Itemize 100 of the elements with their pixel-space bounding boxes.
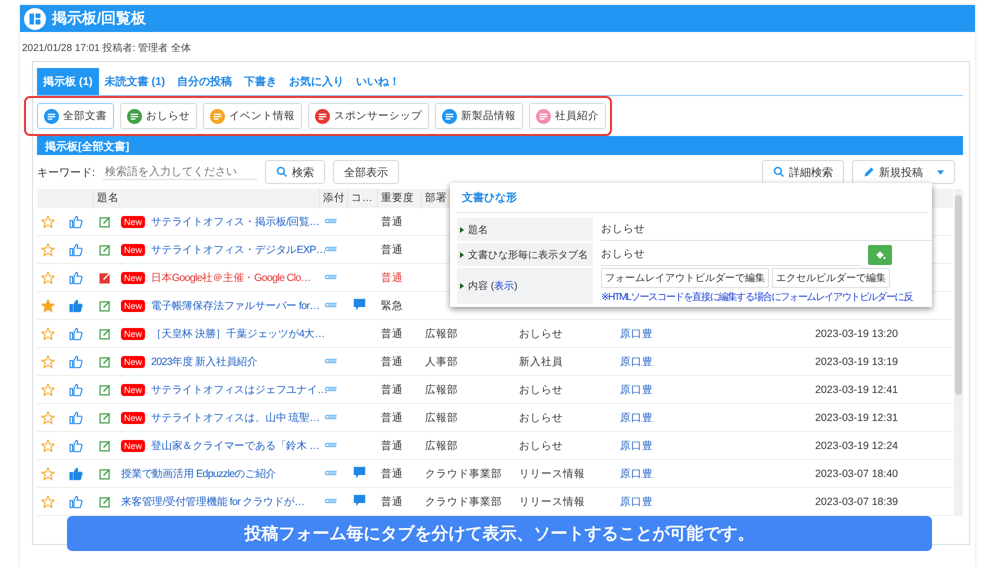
star-outline-icon[interactable] — [41, 214, 55, 228]
star-outline-icon[interactable] — [41, 410, 55, 424]
tab[interactable]: 下書き — [238, 68, 283, 95]
star-outline-icon[interactable] — [41, 466, 55, 480]
table-cell-text: 普通 — [380, 494, 404, 508]
post-title-link[interactable]: 2023年度 新入社員紹介 — [151, 354, 258, 368]
table-cell: クラウド事業部 — [425, 496, 502, 508]
author-link[interactable]: 原口豊 — [616, 440, 653, 452]
table-cell-text: 普通 — [380, 242, 404, 256]
new-badge: New — [121, 412, 146, 424]
author-link[interactable]: 原口豊 — [616, 328, 653, 340]
field-value: おしらせ — [601, 243, 860, 266]
edit-icon[interactable] — [99, 300, 111, 312]
category-button[interactable]: イベント情報 — [203, 103, 302, 129]
author-link[interactable]: 原口豊 — [616, 412, 653, 424]
post-title-link[interactable]: 電子帳簿保存法ファルサーバー for… — [151, 298, 320, 312]
thumbs-up-icon[interactable] — [69, 354, 83, 368]
tab[interactable]: 未読文書 (1) — [98, 68, 171, 95]
advanced-search-button[interactable]: 詳細検索 — [762, 160, 844, 184]
triangle-icon — [460, 252, 464, 258]
table-cell: 2023-03-19 13:19 — [815, 356, 898, 368]
field-label: 内容 (表示) — [468, 280, 518, 293]
thumbs-up-icon[interactable] — [69, 382, 83, 396]
edit-icon[interactable] — [99, 244, 111, 256]
star-outline-icon[interactable] — [41, 326, 55, 340]
show-all-button[interactable]: 全部表示 — [333, 160, 400, 184]
post-title-link[interactable]: 来客管理/受付管理機能 for クラウドが… — [121, 494, 304, 508]
thumbs-up-icon[interactable] — [69, 494, 83, 508]
star-outline-icon[interactable] — [41, 382, 55, 396]
table-cell: 広報部 — [425, 384, 458, 396]
edit-icon[interactable] — [99, 384, 111, 396]
table-cell: 2023-03-19 12:24 — [815, 440, 898, 452]
table-cell: リリース情報 — [519, 496, 585, 508]
edit-icon[interactable] — [99, 272, 111, 284]
thumbs-up-icon[interactable] — [69, 214, 83, 228]
table-cell: 2023-03-19 12:31 — [815, 412, 898, 424]
thumbs-up-icon[interactable] — [69, 242, 83, 256]
star-outline-icon[interactable] — [41, 270, 55, 284]
category-button[interactable]: 新製品情報 — [435, 103, 523, 129]
star-outline-icon[interactable] — [41, 242, 55, 256]
editor-button[interactable]: エクセルビルダーで編集 — [772, 268, 890, 288]
tab[interactable]: 掲示板 (1) — [37, 68, 98, 95]
thumbs-up-icon[interactable] — [69, 466, 83, 480]
table-cell: リリース情報 — [519, 468, 585, 480]
table-cell-text: 普通 — [380, 326, 404, 340]
edit-icon[interactable] — [99, 356, 111, 368]
post-title-link[interactable]: 登山家＆クライマーである「鈴木 … — [151, 438, 320, 452]
edit-icon[interactable] — [99, 328, 111, 340]
edit-icon[interactable] — [99, 440, 111, 452]
tab[interactable]: いいね！ — [350, 68, 406, 95]
author-link[interactable]: 原口豊 — [616, 468, 653, 480]
tab[interactable]: お気に入り — [283, 68, 350, 95]
table-cell: おしらせ — [519, 328, 563, 340]
search-button[interactable]: 検索 — [265, 160, 326, 184]
thumbs-up-icon[interactable] — [69, 270, 83, 284]
paint-bucket-button[interactable] — [868, 244, 892, 264]
edit-icon[interactable] — [99, 412, 111, 424]
table-cell: おしらせ — [519, 412, 563, 424]
edit-icon[interactable] — [99, 496, 111, 508]
new-badge: New — [121, 300, 146, 312]
post-title-link[interactable]: サテライトオフィスは、山中 琉聖… — [151, 410, 320, 424]
table-cell: 2023-03-07 18:40 — [815, 468, 898, 480]
show-link[interactable]: 表示 — [494, 281, 514, 292]
thumbs-up-icon[interactable] — [69, 326, 83, 340]
thumbs-up-icon[interactable] — [69, 410, 83, 424]
star-outline-icon[interactable] — [41, 494, 55, 508]
post-title-link[interactable]: サテライトオフィス・デジタルEXP… — [151, 242, 326, 256]
category-button[interactable]: 全部文書 — [37, 103, 114, 129]
triangle-icon — [460, 226, 464, 232]
author-link[interactable]: 原口豊 — [616, 496, 653, 508]
tab[interactable]: 自分の投稿 — [171, 68, 238, 95]
keyword-field[interactable]: 検索語を入力してください — [103, 164, 258, 180]
new-badge: New — [121, 216, 146, 228]
post-title-link[interactable]: サテライトオフィス・掲示板/回覧… — [151, 214, 320, 228]
post-title-link[interactable]: 日本Google社＠主催・Google Clo… — [151, 270, 311, 284]
editor-button[interactable]: フォームレイアウトビルダーで編集 — [601, 268, 769, 288]
star-outline-icon[interactable] — [41, 354, 55, 368]
post-title-link[interactable]: ［天皇杯 決勝］千葉ジェッツが4大… — [151, 326, 324, 340]
thumbs-up-icon[interactable] — [69, 438, 83, 452]
new-post-button[interactable]: 新規投稿 — [852, 160, 955, 184]
table-cell: 広報部 — [425, 328, 458, 340]
column-header: 重要度 — [377, 189, 421, 208]
scrollbar[interactable] — [954, 189, 963, 516]
table-cell: おしらせ — [519, 384, 563, 396]
table-cell: 2023-03-07 18:39 — [815, 496, 898, 508]
edit-icon[interactable] — [99, 216, 111, 228]
author-link[interactable]: 原口豊 — [616, 356, 653, 368]
category-button[interactable]: 社員紹介 — [529, 103, 606, 129]
post-title-link[interactable]: 授業で動画活用 Edpuzzleのご紹介 — [121, 466, 276, 480]
filled-star-icon[interactable] — [41, 298, 55, 312]
category-button[interactable]: スポンサーシップ — [308, 103, 429, 129]
page-title: 掲示板/回覧板 — [52, 9, 146, 28]
section-header: 掲示板[全部文書] — [37, 136, 963, 155]
new-badge: New — [121, 328, 146, 340]
star-outline-icon[interactable] — [41, 438, 55, 452]
category-button[interactable]: おしらせ — [120, 103, 197, 129]
edit-icon[interactable] — [99, 468, 111, 480]
author-link[interactable]: 原口豊 — [616, 384, 653, 396]
post-title-link[interactable]: サテライトオフィスはジェフユナイ… — [151, 382, 328, 396]
thumbs-up-icon[interactable] — [69, 298, 83, 312]
